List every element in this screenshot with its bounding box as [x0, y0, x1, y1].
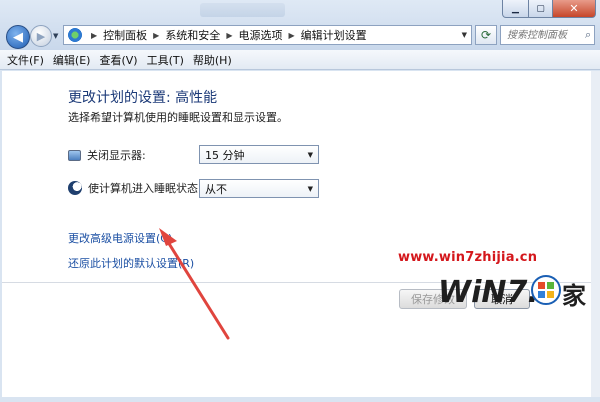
win7-logo-icon: WiN7. 家	[438, 275, 586, 310]
watermark-url: www.win7zhijia.cn	[398, 250, 538, 265]
svg-text:WiN7.: WiN7.	[438, 275, 539, 310]
watermark-logo: WiN7. 家	[438, 268, 588, 316]
annotation-arrow	[159, 228, 230, 340]
annotation-arrow-shaft	[161, 232, 230, 340]
annotation-arrow-head	[159, 228, 177, 246]
svg-text:家: 家	[562, 282, 586, 310]
